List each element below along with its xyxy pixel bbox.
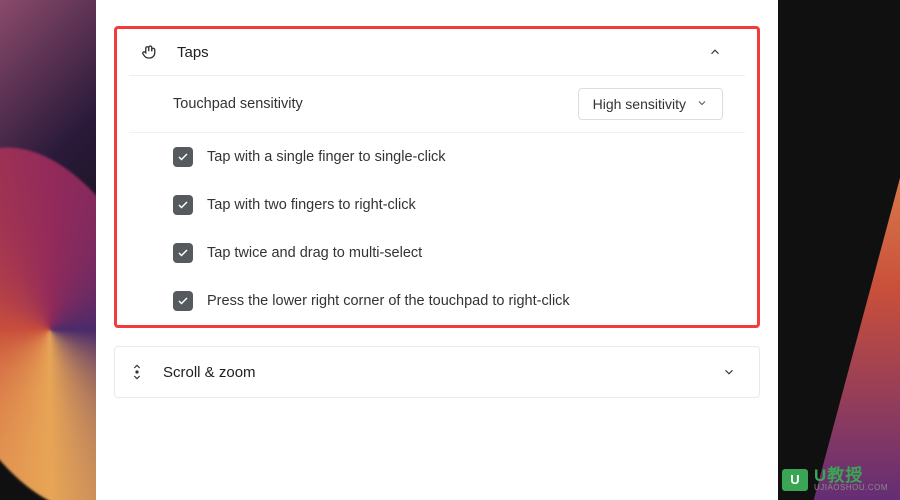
option-label: Tap with two fingers to right-click — [207, 197, 416, 213]
scroll-zoom-title: Scroll & zoom — [163, 364, 721, 381]
chevron-up-icon — [707, 44, 723, 60]
taps-header[interactable]: Taps — [129, 29, 745, 76]
sensitivity-label: Touchpad sensitivity — [173, 96, 578, 112]
section-scroll-zoom: Scroll & zoom — [114, 346, 760, 398]
option-lower-right-corner: Press the lower right corner of the touc… — [129, 277, 745, 325]
option-two-finger-tap: Tap with two fingers to right-click — [129, 181, 745, 229]
taps-title: Taps — [177, 44, 707, 61]
sensitivity-value: High sensitivity — [593, 96, 686, 112]
checkbox-two-finger-tap[interactable] — [173, 195, 193, 215]
option-tap-twice-drag: Tap twice and drag to multi-select — [129, 229, 745, 277]
chevron-down-icon — [721, 364, 737, 380]
checkbox-lower-right-corner[interactable] — [173, 291, 193, 311]
option-label: Press the lower right corner of the touc… — [207, 293, 570, 309]
watermark-sub: UJIAOSHOU.COM — [814, 484, 888, 492]
checkbox-single-tap[interactable] — [173, 147, 193, 167]
tap-icon — [137, 43, 165, 61]
scroll-icon — [123, 363, 151, 381]
section-taps: Taps Touchpad sensitivity High sensitivi… — [114, 26, 760, 328]
watermark-icon: U — [782, 469, 808, 491]
watermark: U U教授 UJIAOSHOU.COM — [782, 467, 888, 492]
watermark-main: U教授 — [814, 467, 888, 484]
option-label: Tap twice and drag to multi-select — [207, 245, 422, 261]
sensitivity-dropdown[interactable]: High sensitivity — [578, 88, 723, 120]
touchpad-settings-panel: Taps Touchpad sensitivity High sensitivi… — [96, 0, 778, 500]
sensitivity-row: Touchpad sensitivity High sensitivity — [129, 76, 745, 133]
option-label: Tap with a single finger to single-click — [207, 149, 446, 165]
chevron-down-icon — [696, 96, 708, 112]
scroll-zoom-header[interactable]: Scroll & zoom — [115, 347, 759, 397]
option-single-tap: Tap with a single finger to single-click — [129, 133, 745, 181]
checkbox-tap-twice-drag[interactable] — [173, 243, 193, 263]
